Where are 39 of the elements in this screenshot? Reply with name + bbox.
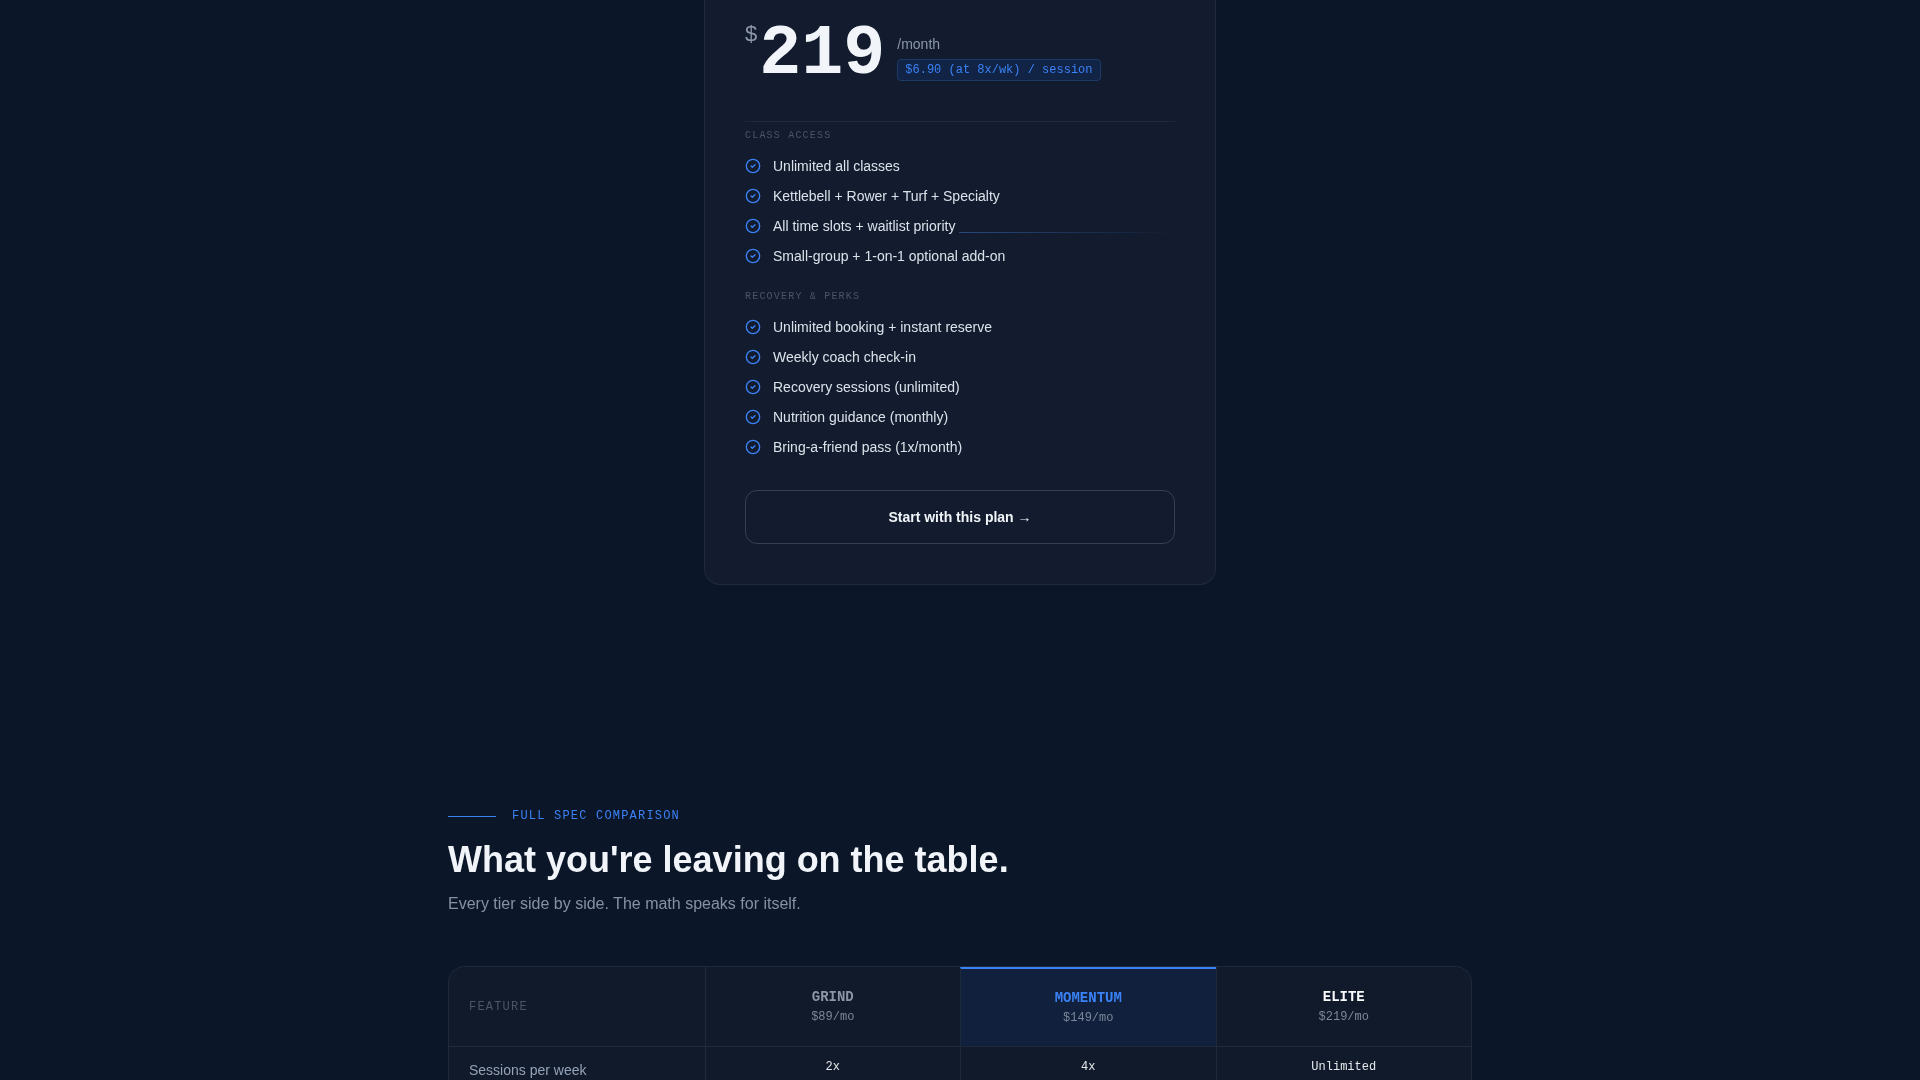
section-title: What you're leaving on the table. (448, 840, 1010, 880)
check-circle-icon (745, 409, 761, 425)
check-circle-icon (745, 439, 761, 455)
tier-price: $149/mo (1063, 1010, 1114, 1026)
feature-item: Recovery sessions (unlimited) (773, 378, 960, 397)
check-circle-icon (745, 349, 761, 365)
check-circle-icon (745, 158, 761, 174)
feature-item: Unlimited all classes (773, 157, 900, 176)
feature-item: Weekly coach check-in (773, 348, 916, 367)
per-session-badge: $6.90 (at 8x/wk) / session (897, 59, 1101, 81)
tier-name: ELITE (1322, 988, 1365, 1006)
check-circle-icon (745, 319, 761, 335)
feature-group-label: RECOVERY & PERKS (745, 291, 862, 303)
tier-price: $219/mo (1318, 1009, 1369, 1025)
section-subtitle: Every tier side by side. The math speaks for itself. (448, 894, 802, 914)
feature-item: Bring-a-friend pass (1x/month) (773, 438, 963, 457)
tier-price: $89/mo (811, 1009, 855, 1025)
start-plan-button[interactable]: Start with this plan → (745, 490, 1175, 544)
feature-item: Small-group + 1-on-1 optional add-on (773, 247, 1006, 266)
check-circle-icon (745, 188, 761, 204)
price-amount: 219 (759, 20, 886, 90)
feature-group-label: CLASS ACCESS (745, 130, 833, 142)
check-circle-icon (745, 379, 761, 395)
section-eyebrow: FULL SPEC COMPARISON (512, 808, 681, 824)
feature-item: Unlimited booking + instant reserve (773, 318, 993, 337)
feature-item: Kettlebell + Rower + Turf + Specialty (773, 187, 1000, 206)
billing-period: /month (897, 35, 941, 54)
table-cell-text: 4x (1081, 1059, 1096, 1076)
table-cell-text: 2x (825, 1059, 840, 1076)
feature-item: All time slots + waitlist priority (773, 217, 956, 236)
tier-name: GRIND (811, 988, 854, 1006)
tier-name: MOMENTUM (1054, 989, 1122, 1007)
feature-item: Nutrition guidance (monthly) (773, 408, 949, 427)
table-cell-text: Unlimited (1311, 1059, 1377, 1076)
currency-symbol: $ (745, 20, 758, 48)
feature-column-header: FEATURE (469, 998, 528, 1015)
check-circle-icon (745, 218, 761, 234)
check-circle-icon (745, 248, 761, 264)
feature-label: Sessions per week (469, 1062, 587, 1078)
